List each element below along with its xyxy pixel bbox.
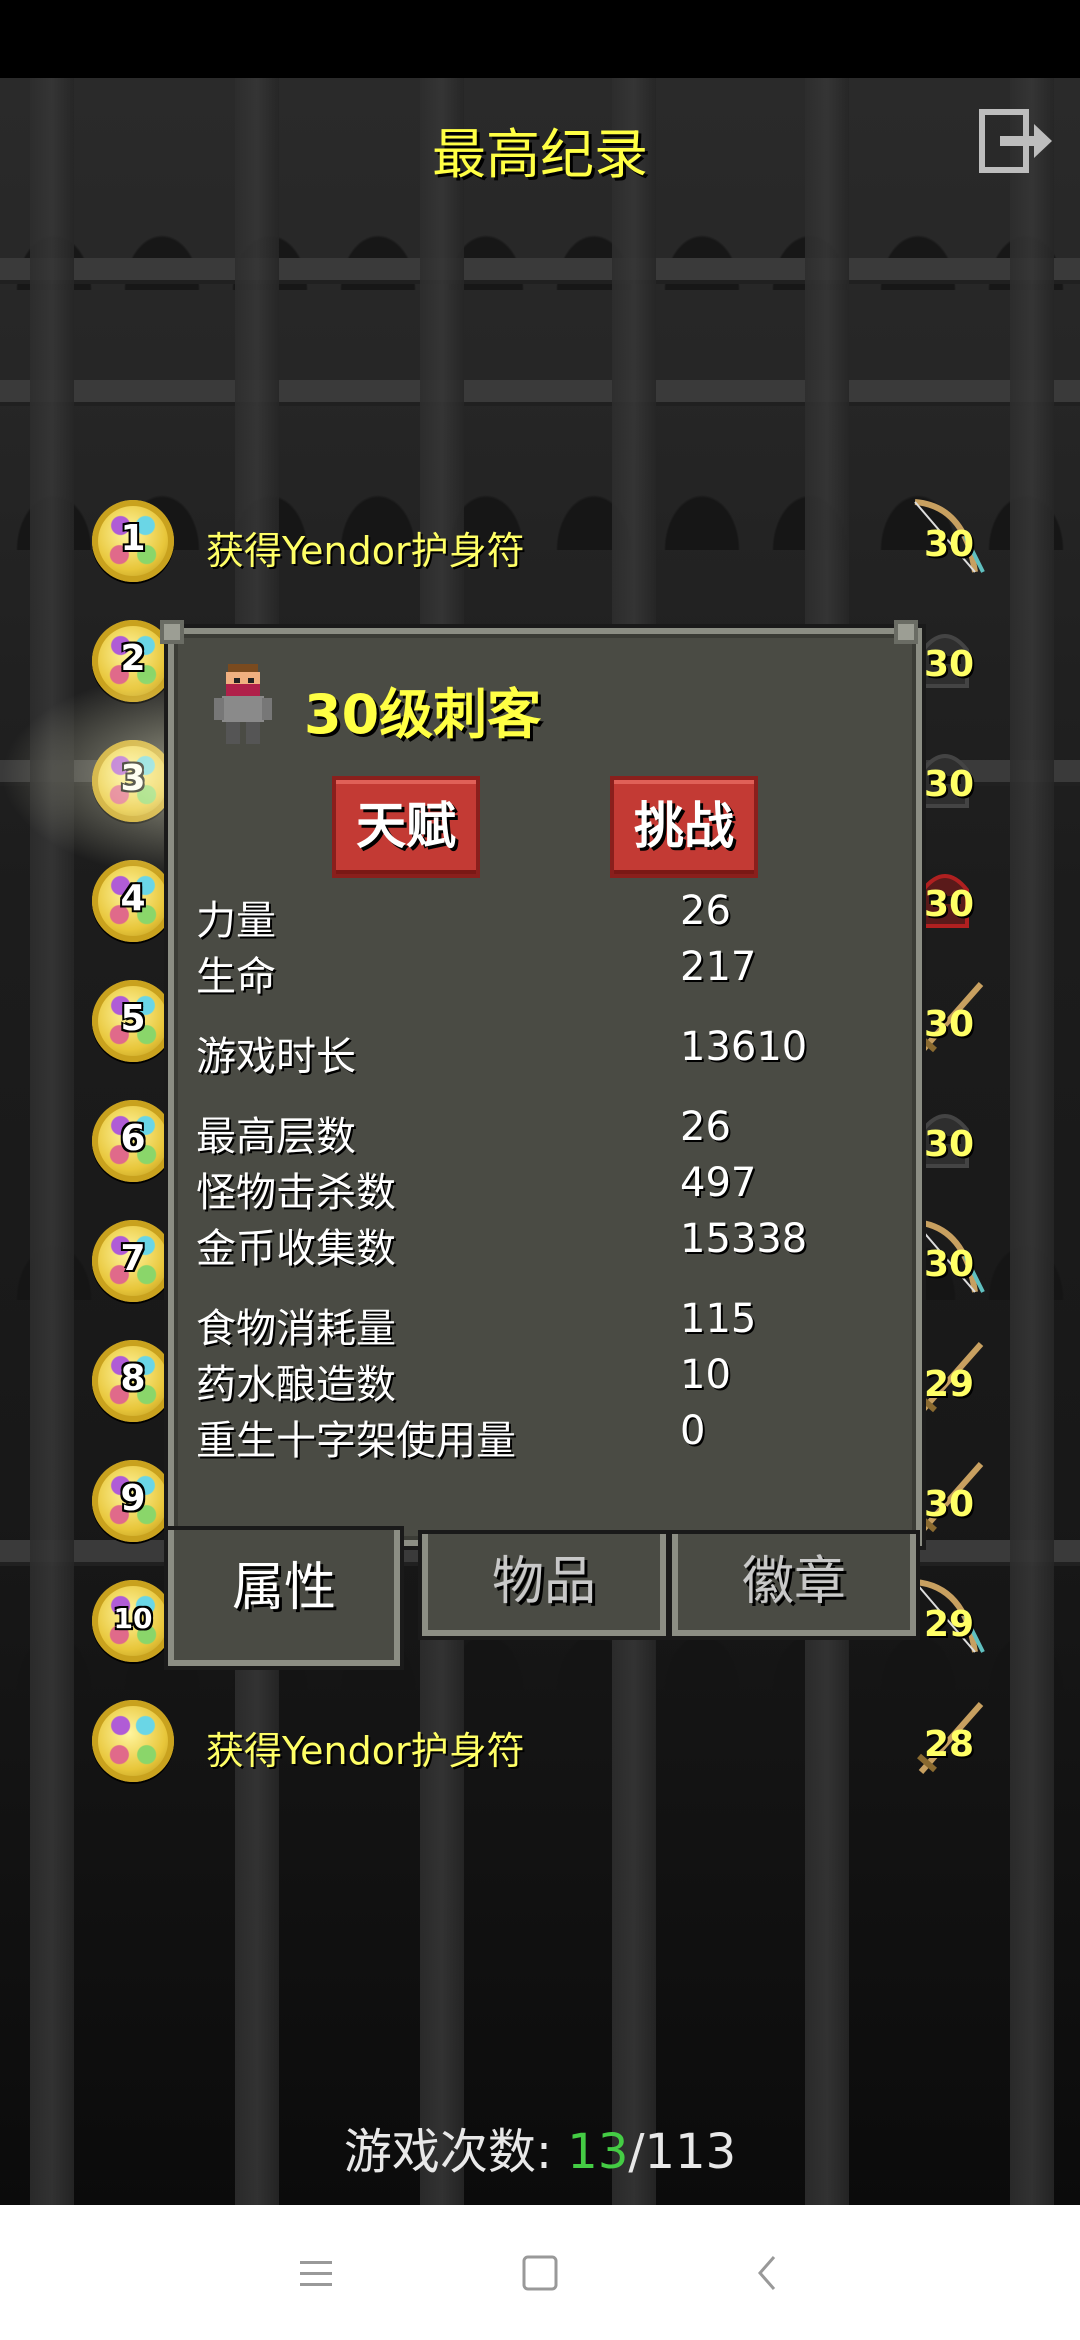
hero-level: 29: [924, 1604, 975, 1645]
tab-badges[interactable]: 徽章: [672, 1534, 916, 1636]
rank-medal-icon: 8: [92, 1340, 174, 1422]
tab-attributes-label: 属性: [231, 1558, 336, 1618]
games-played-count: 游戏次数: 13/113: [0, 2112, 1080, 2182]
tab-items[interactable]: 物品: [422, 1534, 666, 1636]
rank-number: 6: [120, 1118, 146, 1159]
bg-ledge: [0, 380, 1080, 402]
tab-badges-label: 徽章: [741, 1552, 846, 1612]
rank-medal-icon: [92, 1700, 174, 1782]
rank-medal-icon: 10: [92, 1580, 174, 1662]
stat-label: 药水酿造数: [196, 1362, 396, 1408]
rank-medal-icon: 5: [92, 980, 174, 1062]
games-played-total: /113: [628, 2124, 737, 2180]
talent-button[interactable]: 天赋: [332, 776, 480, 878]
dialog-corner: [160, 620, 184, 644]
rank-number: 5: [120, 998, 146, 1039]
record-row[interactable]: 1 获得Yendor护身符 30: [0, 499, 1080, 600]
stat-value: 0: [680, 1408, 706, 1454]
tab-attributes[interactable]: 属性: [168, 1530, 400, 1666]
stat-label: 重生十字架使用量: [196, 1418, 516, 1464]
stat-label: 力量: [196, 898, 276, 944]
hero-level: 30: [924, 1484, 975, 1525]
stat-value: 497: [680, 1160, 757, 1206]
stat-label: 食物消耗量: [196, 1306, 396, 1352]
rank-medal-icon: 6: [92, 1100, 174, 1182]
hero-level: 30: [924, 1004, 975, 1045]
stat-label: 怪物击杀数: [196, 1170, 396, 1216]
rank-number: 1: [120, 518, 146, 559]
challenge-button[interactable]: 挑战: [610, 776, 758, 878]
tab-items-label: 物品: [491, 1552, 596, 1612]
stat-value: 26: [680, 888, 731, 934]
game-scene: 最高纪录 1获得Yendor护身符30230330430530630730829…: [0, 0, 1080, 2340]
rank-medal-icon: 9: [92, 1460, 174, 1542]
rank-number: 4: [120, 878, 146, 919]
hero-level: 28: [924, 1724, 975, 1765]
hero-title: 30级刺客: [304, 683, 542, 746]
back-chevron-icon[interactable]: [738, 2243, 798, 2303]
stat-value: 115: [680, 1296, 757, 1342]
page-title: 最高纪录: [432, 123, 648, 186]
hero-level: 30: [924, 884, 975, 925]
rank-medal-icon: 7: [92, 1220, 174, 1302]
rank-number: 10: [113, 1602, 153, 1635]
record-row[interactable]: 获得Yendor护身符 28: [0, 1700, 1080, 1800]
exit-icon[interactable]: [978, 108, 1056, 174]
rank-number: 7: [120, 1238, 146, 1279]
system-navbar: [0, 2205, 1080, 2340]
games-played-label: 游戏次数:: [343, 2124, 553, 2180]
rank-medal-icon: 1: [92, 500, 174, 582]
rank-number: 9: [120, 1478, 146, 1519]
stat-value: 217: [680, 944, 757, 990]
stat-label: 最高层数: [196, 1114, 356, 1160]
hero-level: 30: [924, 764, 975, 805]
stat-value: 13610: [680, 1024, 808, 1070]
rogue-portrait-icon: [214, 664, 272, 744]
games-played-current: 13: [567, 2124, 629, 2180]
stat-label: 游戏时长: [196, 1034, 356, 1080]
hero-level: 29: [924, 1364, 975, 1405]
stat-value: 10: [680, 1352, 731, 1398]
stat-label: 生命: [196, 954, 276, 1000]
record-description: 获得Yendor护身符: [206, 529, 525, 573]
bg-ledge: [0, 258, 1080, 280]
dialog-corner: [894, 620, 918, 644]
hero-level: 30: [924, 1244, 975, 1285]
hero-level: 30: [924, 644, 975, 685]
medal-gems: [102, 1710, 164, 1772]
hero-level: 30: [924, 1124, 975, 1165]
stat-value: 26: [680, 1104, 731, 1150]
home-square-icon[interactable]: [510, 2243, 570, 2303]
menu-icon[interactable]: [286, 2243, 346, 2303]
stat-label: 金币收集数: [196, 1226, 396, 1272]
rank-number: 8: [120, 1358, 146, 1399]
hero-level: 30: [924, 524, 975, 565]
record-description: 获得Yendor护身符: [206, 1729, 525, 1773]
stat-value: 15338: [680, 1216, 808, 1262]
